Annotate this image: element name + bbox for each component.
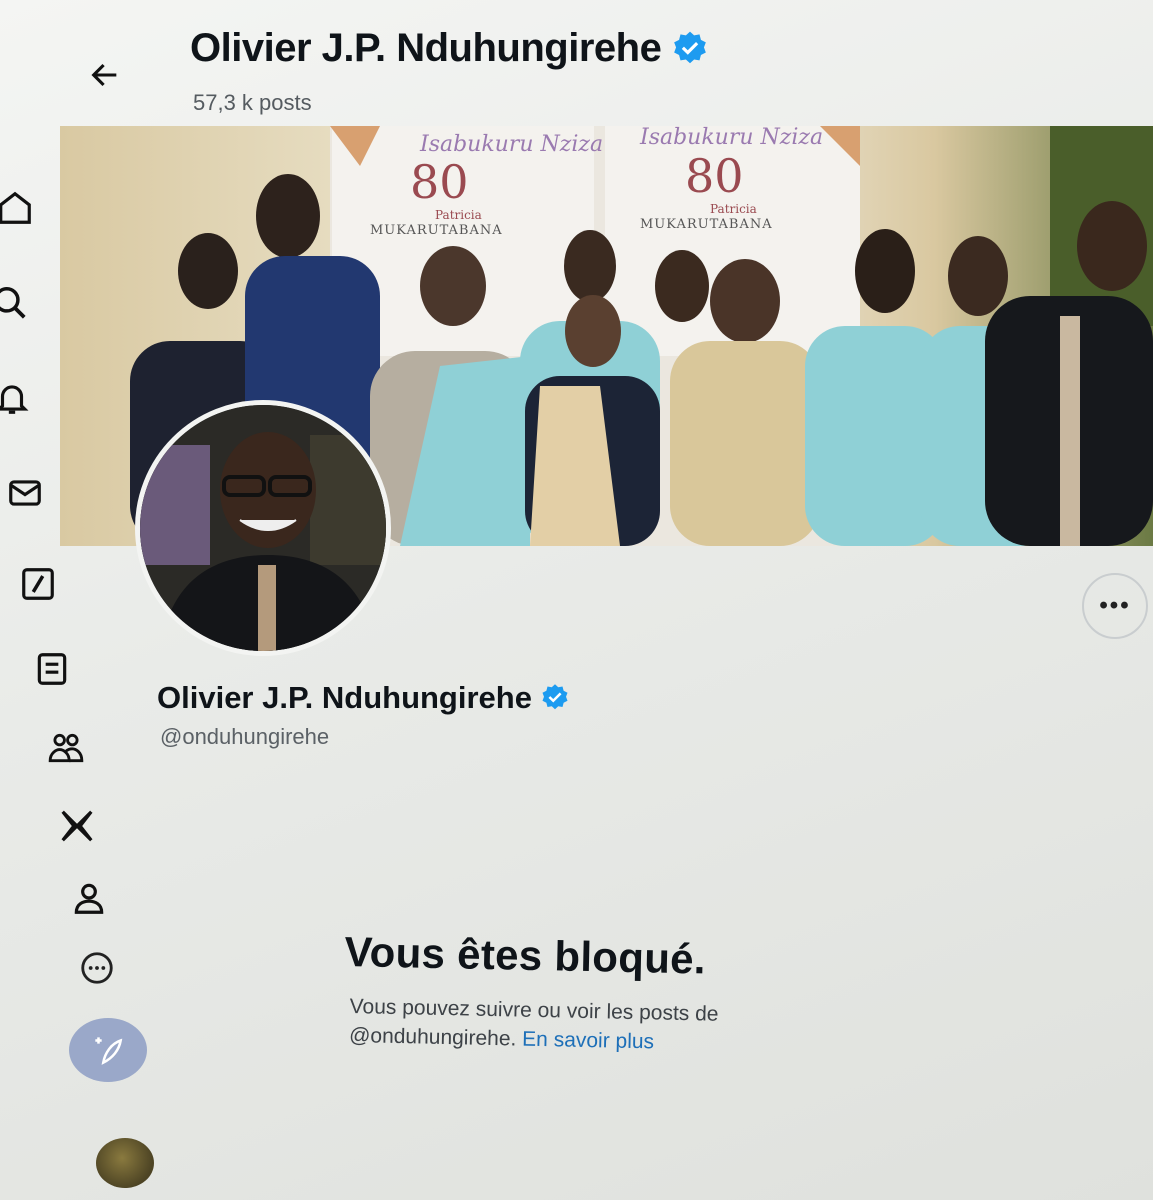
- back-button[interactable]: [85, 55, 125, 95]
- communities-icon: [48, 733, 84, 763]
- list-icon: [37, 653, 67, 685]
- banner-subtitle-left: Patricia: [435, 208, 482, 222]
- more-icon: [81, 952, 113, 984]
- banner-surname-right: MUKARUTABANA: [640, 217, 773, 232]
- nav-communities[interactable]: [1, 720, 131, 776]
- blocked-title: Vous êtes bloqué.: [344, 928, 707, 983]
- blocked-message: Vous pouvez suivre ou voir les posts de …: [349, 992, 820, 1060]
- x-logo-icon: [61, 810, 93, 842]
- banner-number-right: 80: [685, 149, 744, 203]
- learn-more-link[interactable]: En savoir plus: [522, 1028, 654, 1054]
- account-avatar[interactable]: [96, 1138, 154, 1188]
- profile-name: Olivier J.P. Nduhungirehe: [157, 680, 570, 716]
- profile-handle: @onduhungirehe: [160, 724, 330, 749]
- banner-title-left: Isabukuru Nziza: [419, 132, 603, 157]
- banner-surname-left: MUKARUTABANA: [370, 223, 503, 238]
- header-name-text: Olivier J.P. Nduhungirehe: [190, 26, 662, 70]
- nav-lists[interactable]: [0, 641, 117, 697]
- header-title: Olivier J.P. Nduhungirehe: [190, 26, 709, 71]
- verified-badge-icon: [674, 31, 707, 63]
- nav-more[interactable]: [32, 940, 162, 996]
- banner-subtitle-right: Patricia: [710, 202, 757, 216]
- search-icon: [0, 287, 26, 319]
- home-icon: [0, 191, 31, 224]
- bell-icon: [0, 385, 29, 414]
- nav-profile[interactable]: [24, 870, 154, 926]
- profile-name-text: Olivier J.P. Nduhungirehe: [157, 680, 532, 715]
- post-count: 57,3 k posts: [193, 90, 312, 115]
- blocked-text-handle: @onduhungirehe.: [348, 1023, 517, 1051]
- arrow-left-icon: [91, 63, 117, 87]
- mail-icon: [9, 480, 41, 506]
- nav-grok[interactable]: [0, 556, 103, 612]
- nav-premium[interactable]: [12, 798, 142, 854]
- profile-icon: [74, 883, 104, 914]
- banner-title-right: Isabukuru Nziza: [639, 126, 823, 150]
- grok-icon: [22, 568, 54, 600]
- banner-number-left: 80: [410, 155, 469, 209]
- blocked-text-line1: Vous pouvez suivre ou voir les posts de: [349, 994, 719, 1026]
- verified-badge-icon: [542, 684, 568, 710]
- more-options-button[interactable]: •••: [1082, 573, 1148, 639]
- dots-horizontal-icon: •••: [1099, 592, 1131, 619]
- profile-avatar[interactable]: [135, 400, 391, 656]
- avatar-photo: [140, 405, 386, 651]
- compose-button[interactable]: [69, 1018, 147, 1082]
- feather-plus-icon: [95, 1037, 123, 1065]
